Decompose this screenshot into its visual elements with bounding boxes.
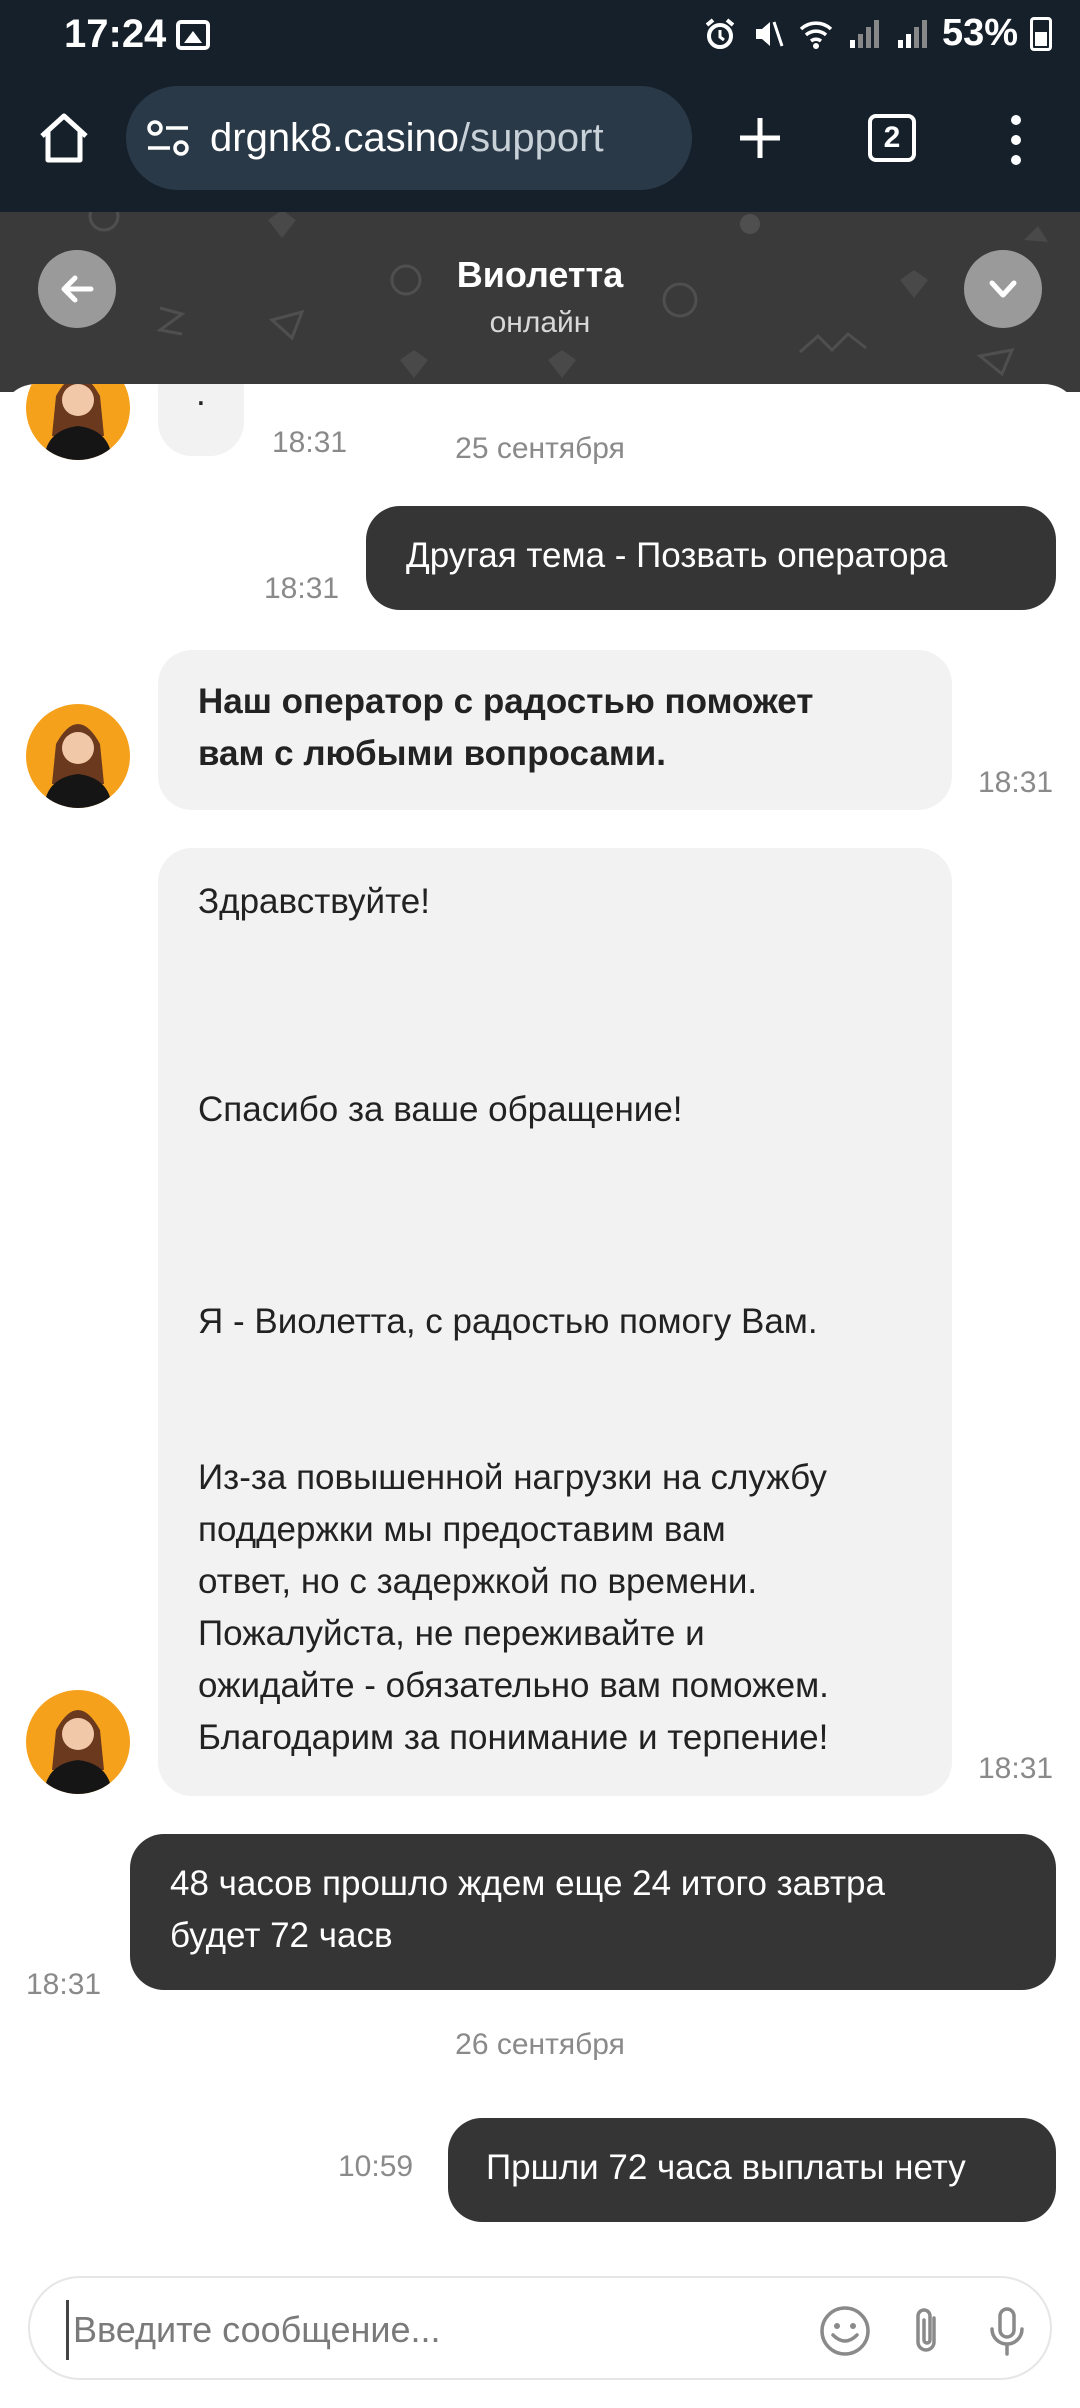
message-time: 18:31: [26, 1968, 102, 2001]
message-time: 18:31: [264, 572, 340, 605]
agent-photo: [44, 1710, 112, 1794]
status-time: 17:24: [64, 12, 167, 56]
battery-percent: 53%: [941, 12, 1018, 54]
message-line: Пожалуйста, не переживайте и: [198, 1614, 705, 1653]
agent-status: онлайн: [489, 306, 591, 339]
collapse-chat-button[interactable]: [964, 250, 1042, 328]
message-bubble-outgoing: 48 часов прошло ждем еще 24 итого завтра…: [130, 1834, 1056, 1990]
header-pattern: [88, 212, 1048, 378]
message-line: поддержки мы предоставим вам: [198, 1510, 726, 1549]
message-input[interactable]: [66, 2300, 815, 2360]
message-line: Из-за повышенной нагрузки на службу: [198, 1458, 827, 1497]
alarm-icon: [705, 17, 735, 49]
emoji-icon[interactable]: [818, 2304, 872, 2358]
url-host: drgnk8.casino: [210, 116, 460, 160]
address-bar[interactable]: drgnk8.casino/support: [126, 86, 692, 190]
site-settings-icon[interactable]: [146, 118, 190, 158]
new-tab-icon[interactable]: [736, 114, 784, 162]
agent-avatar: [26, 704, 130, 808]
chevron-down-icon: [989, 280, 1017, 298]
chat-header: Виолетта онлайн: [0, 212, 1080, 392]
status-icons: 53%: [702, 12, 1052, 55]
message-bubble-outgoing: Пршли 72 часа выплаты нету: [448, 2118, 1056, 2222]
image-icon: [176, 20, 210, 50]
tab-switcher-button[interactable]: 2: [868, 114, 916, 162]
message-line: ожидайте - обязательно вам поможем.: [198, 1666, 829, 1705]
message-time: 18:31: [978, 766, 1054, 799]
composer: [0, 2264, 1080, 2408]
signal-icon: [849, 19, 879, 48]
message-bubble-incoming: Здравствуйте! Спасибо за ваше обращение!…: [158, 848, 952, 1796]
message-bubble-outgoing: Другая тема - Позвать оператора: [366, 506, 1056, 610]
message-bubble-incoming: Наш оператор с радостью поможет вам с лю…: [158, 650, 952, 810]
wifi-icon: [799, 20, 833, 49]
message-line: Наш оператор с радостью поможет: [198, 682, 814, 721]
message-line: Спасибо за ваше обращение!: [198, 1090, 683, 1129]
message-time: 10:59: [338, 2150, 414, 2183]
message-input-box: [28, 2276, 1052, 2380]
url-path: /support: [459, 116, 604, 160]
message-line: Благодарим за понимание и терпение!: [198, 1718, 829, 1757]
date-separator: 25 сентября: [455, 432, 625, 465]
message-line: Здравствуйте!: [198, 882, 430, 921]
message-line: вам с любыми вопросами.: [198, 734, 666, 773]
status-bar: 17:24 53%: [0, 0, 1080, 72]
message-line: Я - Виолетта, с радостью помогу Вам.: [198, 1302, 818, 1341]
mute-icon: [755, 21, 784, 46]
message-line: будет 72 часв: [170, 1916, 393, 1955]
browser-toolbar: drgnk8.casino/support 2: [0, 72, 1080, 212]
home-icon[interactable]: [34, 108, 94, 168]
chat-messages[interactable]: . 18:31 25 сентября 18:31 Другая тема - …: [0, 384, 1080, 2264]
battery-icon: [1030, 16, 1052, 51]
agent-name: Виолетта: [456, 254, 624, 295]
message-line: 48 часов прошло ждем еще 24 итого завтра: [170, 1864, 885, 1903]
message-line: ответ, но с задержкой по времени.: [198, 1562, 758, 1601]
url-text: drgnk8.casino/support: [210, 116, 604, 161]
more-menu-icon[interactable]: [1004, 112, 1028, 168]
agent-photo: [44, 724, 112, 808]
message-time: 18:31: [978, 1752, 1054, 1785]
signal-icon: [897, 19, 927, 48]
microphone-icon[interactable]: [980, 2304, 1034, 2358]
attachment-icon[interactable]: [900, 2304, 954, 2358]
date-separator: 26 сентября: [455, 2028, 625, 2061]
agent-avatar: [26, 1690, 130, 1794]
